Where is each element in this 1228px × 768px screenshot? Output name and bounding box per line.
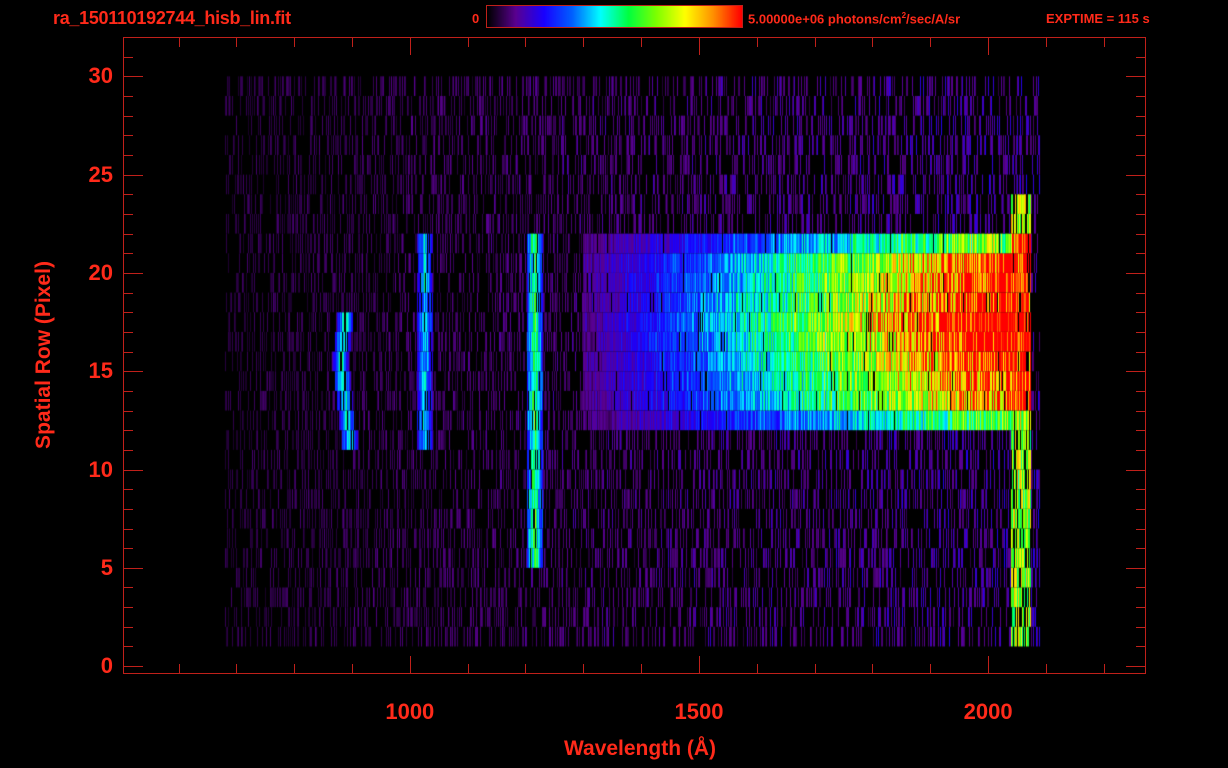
y-tick-label: 0 [100,653,113,679]
y-axis-label: Spatial Row (Pixel) [32,261,55,449]
y-tick-label: 10 [88,456,113,482]
y-tick-label: 30 [88,63,113,89]
y-tick-label: 25 [88,161,113,187]
x-tick-label: 2000 [963,699,1013,724]
y-tick-label: 5 [100,554,113,580]
x-axis-label: Wavelength (Å) [563,737,717,760]
y-tick-label: 15 [88,358,113,384]
x-tick-label: 1500 [674,699,724,724]
x-tick-label: 1000 [385,699,435,724]
axes-ticks [123,37,1146,674]
y-tick-label: 20 [88,259,113,285]
